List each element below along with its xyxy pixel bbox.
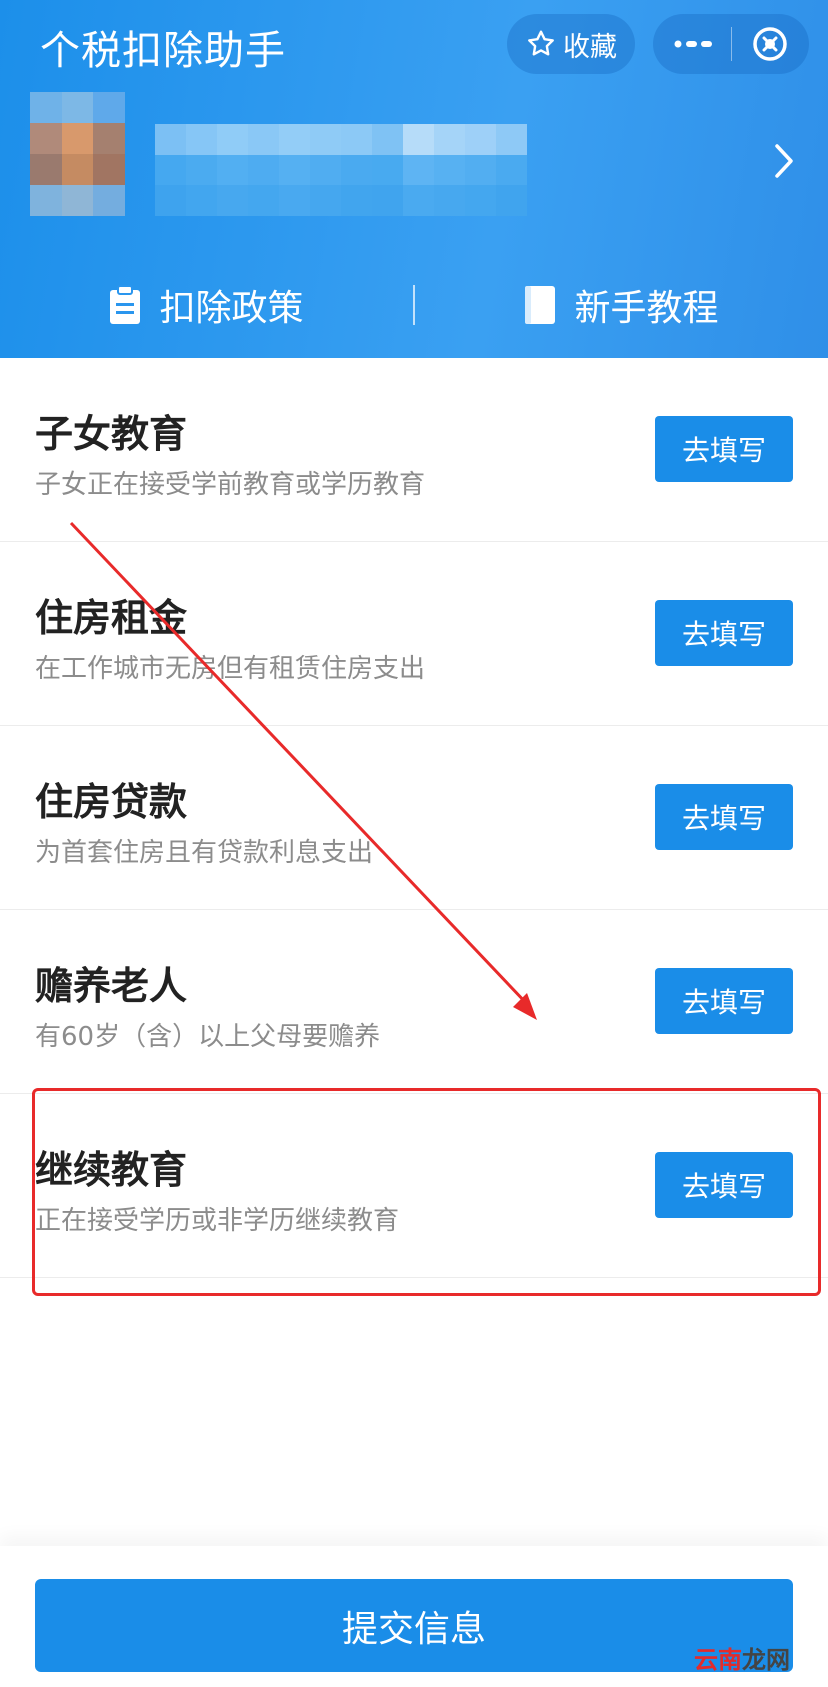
watermark: 云南龙网 [694,1640,790,1675]
deduction-list: 子女教育 子女正在接受学前教育或学历教育 去填写 住房租金 在工作城市无房但有租… [0,358,828,1278]
list-item-child-education: 子女教育 子女正在接受学前教育或学历教育 去填写 [0,358,828,542]
deduction-policy-label: 扣除政策 [159,288,304,329]
beginner-tutorial-label: 新手教程 [574,288,719,329]
favorite-label: 收藏 [563,31,617,63]
favorite-button[interactable]: 收藏 [507,14,635,74]
quick-links: 扣除政策 新手教程 [0,270,828,340]
app-title: 个税扣除助手 [40,28,286,74]
item-title: 住房贷款 [35,780,188,824]
list-item-housing-loan: 住房贷款 为首套住房且有贷款利息支出 去填写 [0,726,828,910]
item-description: 正在接受学历或非学历继续教育 [35,1206,400,1236]
list-item-continuing-education: 继续教育 正在接受学历或非学历继续教育 去填写 [0,1094,828,1278]
item-description: 在工作城市无房但有租赁住房支出 [35,654,426,684]
app-header: 个税扣除助手 收藏 扣除政策 新手教程 [0,0,828,358]
item-title: 子女教育 [35,412,188,456]
fill-button[interactable]: 去填写 [655,784,793,850]
item-title: 住房租金 [35,596,188,640]
star-icon [528,30,554,56]
beginner-tutorial-link[interactable]: 新手教程 [415,279,828,331]
item-description: 为首套住房且有贷款利息支出 [35,838,374,868]
miniapp-capsule [653,14,809,74]
item-title: 赡养老人 [35,964,188,1008]
fill-button[interactable]: 去填写 [655,968,793,1034]
list-item-elderly-support: 赡养老人 有60岁（含）以上父母要赡养 去填写 [0,910,828,1094]
fill-button[interactable]: 去填写 [655,416,793,482]
close-miniapp-button[interactable] [732,14,810,74]
watermark-part2: 龙网 [742,1646,790,1674]
user-name-blurred [155,124,527,216]
item-description: 子女正在接受学前教育或学历教育 [35,470,426,500]
item-title: 继续教育 [35,1148,188,1192]
list-item-housing-rent: 住房租金 在工作城市无房但有租赁住房支出 去填写 [0,542,828,726]
deduction-policy-link[interactable]: 扣除政策 [0,279,413,331]
more-dots-icon [674,40,712,48]
fill-button[interactable]: 去填写 [655,600,793,666]
close-circle-icon [753,27,787,61]
submit-button[interactable]: 提交信息 [35,1579,793,1672]
chevron-right-icon[interactable] [772,143,796,179]
book-icon [525,286,556,324]
avatar[interactable] [30,92,125,216]
more-button[interactable] [653,14,731,74]
fill-button[interactable]: 去填写 [655,1152,793,1218]
item-description: 有60岁（含）以上父母要赡养 [35,1022,381,1052]
watermark-part1: 云南 [694,1646,742,1674]
clipboard-icon [110,285,141,324]
